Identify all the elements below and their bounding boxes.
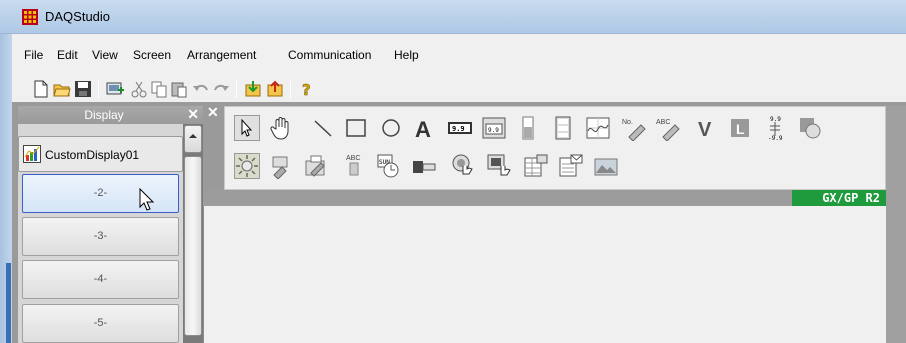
parts-toolbar: A 9.9 9.9 No. ABC V L 9.9 -9.9 ABC SUN	[224, 106, 886, 190]
model-badge: GX/GP R2	[792, 190, 886, 206]
upload-icon[interactable]	[266, 80, 284, 98]
window-frame-left	[0, 34, 12, 343]
line-icon[interactable]	[310, 115, 336, 141]
svg-text:ABC: ABC	[656, 119, 670, 126]
display-item-4[interactable]: -4-	[22, 260, 179, 299]
svg-text:V: V	[698, 119, 712, 141]
display-item-label: CustomDisplay01	[45, 148, 140, 162]
scale-icon[interactable]: 9.9 -9.9	[762, 115, 788, 141]
digital-display-icon[interactable]: 9.9	[447, 115, 473, 141]
bitmap-icon[interactable]	[797, 115, 823, 141]
touch-button-icon[interactable]	[486, 153, 512, 179]
svg-text:A: A	[415, 117, 431, 141]
display-panel-header: Display ✕	[18, 106, 203, 124]
select-pointer-icon[interactable]	[234, 115, 260, 141]
menu-edit[interactable]: Edit	[57, 48, 78, 62]
svg-text:L: L	[736, 121, 745, 137]
display-item-3[interactable]: -3-	[22, 217, 179, 256]
redo-icon[interactable]	[212, 80, 230, 98]
canvas-header-strip: GX/GP R2	[203, 190, 886, 206]
window-title: DAQStudio	[45, 9, 111, 24]
paste-icon[interactable]	[170, 80, 188, 98]
label-icon[interactable]: L	[727, 115, 753, 141]
message-list-icon[interactable]	[558, 153, 584, 179]
tag-comment-icon[interactable]: ABC	[655, 115, 681, 141]
svg-text:9.9: 9.9	[770, 116, 781, 123]
menu-communication[interactable]: Communication	[288, 48, 371, 62]
help-icon[interactable]: ?	[298, 80, 316, 98]
chevron-up-icon	[189, 134, 197, 138]
open-folder-icon[interactable]	[53, 80, 71, 98]
svg-text:-9.9: -9.9	[768, 135, 783, 141]
display-item-label: -5-	[93, 317, 108, 329]
menu-arrangement[interactable]: Arrangement	[187, 48, 256, 62]
abc-tag-icon[interactable]: ABC	[341, 153, 367, 179]
display-list: CustomDisplay01 -2- -3- -4- -5-	[18, 124, 183, 343]
text-icon[interactable]: A	[411, 115, 437, 141]
multi-digital-icon[interactable]	[550, 115, 576, 141]
display-list-scrollbar[interactable]	[183, 124, 203, 343]
save-icon[interactable]	[74, 80, 92, 98]
display-item-customdisplay01[interactable]: CustomDisplay01	[18, 136, 183, 172]
close-icon[interactable]: ✕	[207, 105, 221, 119]
menu-help[interactable]: Help	[394, 48, 419, 62]
clock-icon[interactable]: SUN	[376, 153, 402, 179]
svg-text:No.: No.	[622, 119, 633, 126]
image-icon[interactable]	[593, 153, 619, 179]
push-button-icon[interactable]	[450, 153, 476, 179]
main-toolbar: ?	[12, 72, 906, 102]
svg-text:?: ?	[302, 81, 311, 98]
scroll-up-button[interactable]	[184, 125, 202, 153]
display-item-5[interactable]: -5-	[22, 304, 179, 343]
digital-box-icon[interactable]: 9.9	[481, 115, 507, 141]
display-panel-title: Display	[84, 108, 124, 122]
chart-icon	[23, 145, 41, 163]
display-item-label: -4-	[93, 273, 108, 285]
bar-graph-icon[interactable]	[515, 115, 541, 141]
mouse-pointer-icon	[139, 188, 155, 211]
table-icon[interactable]	[523, 153, 549, 179]
alarm-indicator-icon[interactable]	[234, 153, 260, 179]
right-frame	[886, 106, 906, 343]
menu-view[interactable]: View	[92, 48, 118, 62]
svg-text:ABC: ABC	[346, 155, 360, 162]
message-icon[interactable]	[303, 153, 329, 179]
svg-text:9.9: 9.9	[452, 125, 465, 133]
display-canvas[interactable]	[203, 206, 886, 343]
close-icon[interactable]: ✕	[187, 106, 199, 123]
alarm-mark-icon[interactable]	[268, 153, 294, 179]
undo-icon[interactable]	[192, 80, 210, 98]
title-bar: DAQStudio	[0, 0, 906, 34]
menu-screen[interactable]: Screen	[133, 48, 171, 62]
new-file-icon[interactable]	[32, 80, 50, 98]
trend-graph-icon[interactable]	[585, 115, 611, 141]
pan-hand-icon[interactable]	[268, 115, 294, 141]
tag-number-icon[interactable]: No.	[621, 115, 647, 141]
grid-icon	[22, 9, 38, 25]
cut-icon[interactable]	[130, 80, 148, 98]
display-item-label: -3-	[93, 230, 108, 242]
menu-file[interactable]: File	[24, 48, 43, 62]
value-icon[interactable]: V	[693, 115, 719, 141]
add-screen-icon[interactable]	[106, 80, 124, 98]
rectangle-icon[interactable]	[343, 115, 369, 141]
copy-icon[interactable]	[150, 80, 168, 98]
menu-bar: File Edit View Screen Arrangement Commun…	[12, 34, 906, 72]
scroll-thumb[interactable]	[184, 156, 202, 336]
circle-icon[interactable]	[378, 115, 404, 141]
svg-text:9.9: 9.9	[488, 127, 499, 134]
switch-icon[interactable]	[411, 153, 437, 179]
download-icon[interactable]	[244, 80, 262, 98]
